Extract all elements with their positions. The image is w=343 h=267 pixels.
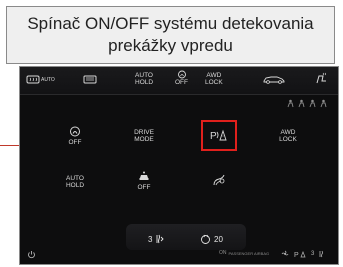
awd-lock-top-button[interactable]: AWD LOCK — [205, 72, 223, 86]
seat-heat-icon — [316, 72, 326, 84]
auto-hold-tile-label: AUTO HOLD — [65, 175, 85, 189]
seat-heat-level-icon — [319, 250, 324, 258]
status-icon-group: P 3 — [281, 250, 325, 258]
hill-descent-icon — [139, 171, 149, 180]
temperature-value: 20 — [214, 234, 223, 244]
top-control-bar: AUTO AUTO HOLD OFF AWD LOCK — [20, 67, 338, 95]
passenger-icon — [298, 99, 305, 108]
bottom-status-bar: ON PASSENGER AIRBAG P 3 — [20, 247, 338, 264]
stability-control-icon — [177, 70, 186, 79]
airbag-on-label: ON — [219, 250, 227, 256]
drive-mode-tile-label: DRIVE MODE — [134, 129, 154, 143]
steering-heat-icon — [201, 234, 210, 244]
fan-icon — [281, 250, 289, 256]
fan-speed-value: 3 — [148, 234, 153, 244]
fan-level-value: 3 — [311, 251, 315, 257]
esp-off-tile-label: OFF — [68, 139, 82, 146]
power-button[interactable] — [27, 250, 36, 259]
awd-lock-tile-label: AWD LOCK — [279, 129, 297, 143]
infotainment-screen: AUTO AUTO HOLD OFF AWD LOCK OFF DRIVE MO… — [19, 66, 339, 265]
car-icon — [263, 76, 285, 84]
hand-wheel-icon — [213, 174, 225, 186]
rear-window-heat-icon — [26, 75, 40, 84]
esp-off-top-button[interactable]: OFF — [175, 70, 188, 86]
stability-control-icon — [70, 126, 80, 137]
auto-hold-tile[interactable]: AUTO HOLD — [50, 165, 100, 199]
passenger-airbag-indicator: ON PASSENGER AIRBAG — [219, 250, 269, 256]
auto-hold-top-button[interactable]: AUTO HOLD — [135, 72, 153, 86]
svg-text:P: P — [294, 252, 299, 258]
passenger-icon — [287, 99, 294, 108]
rear-defrost-auto-label: AUTO — [41, 76, 55, 83]
awd-lock-tile[interactable]: AWD LOCK — [263, 119, 313, 153]
esp-off-tile[interactable]: OFF — [50, 119, 100, 153]
highlight-frame — [201, 120, 237, 151]
caption-box: Spínač ON/OFF systému detekovania prekáž… — [6, 6, 335, 64]
seat-heat-button[interactable] — [314, 72, 328, 85]
fan-speed-control[interactable]: 3 — [148, 234, 165, 244]
parking-sensor-icon: P — [294, 251, 306, 258]
callout-line — [0, 145, 19, 146]
car-view-button[interactable] — [263, 75, 285, 84]
awd-lock-top-label: AWD LOCK — [205, 72, 223, 86]
auto-hold-top-label: AUTO HOLD — [135, 72, 154, 86]
power-icon — [28, 251, 35, 259]
status-icons-row — [286, 99, 328, 108]
passenger-icon — [320, 99, 327, 108]
esp-off-top-label: OFF — [175, 79, 188, 86]
heated-rear-window-icon — [83, 75, 97, 84]
temperature-control[interactable]: 20 — [200, 234, 223, 244]
descent-control-tile[interactable]: OFF — [119, 164, 169, 198]
passenger-icon — [309, 99, 316, 108]
descent-control-tile-label: OFF — [137, 184, 151, 191]
lane-assist-tile[interactable] — [194, 164, 244, 198]
drive-mode-tile[interactable]: DRIVE MODE — [119, 119, 169, 153]
caption-text: Spínač ON/OFF systému detekovania prekáž… — [27, 14, 314, 55]
heated-rear-window-button[interactable] — [83, 74, 97, 85]
rear-defrost-auto-button[interactable]: AUTO — [26, 74, 55, 85]
seat-heat-level-icon — [157, 234, 165, 244]
passenger-airbag-label: PASSENGER AIRBAG — [228, 250, 270, 256]
